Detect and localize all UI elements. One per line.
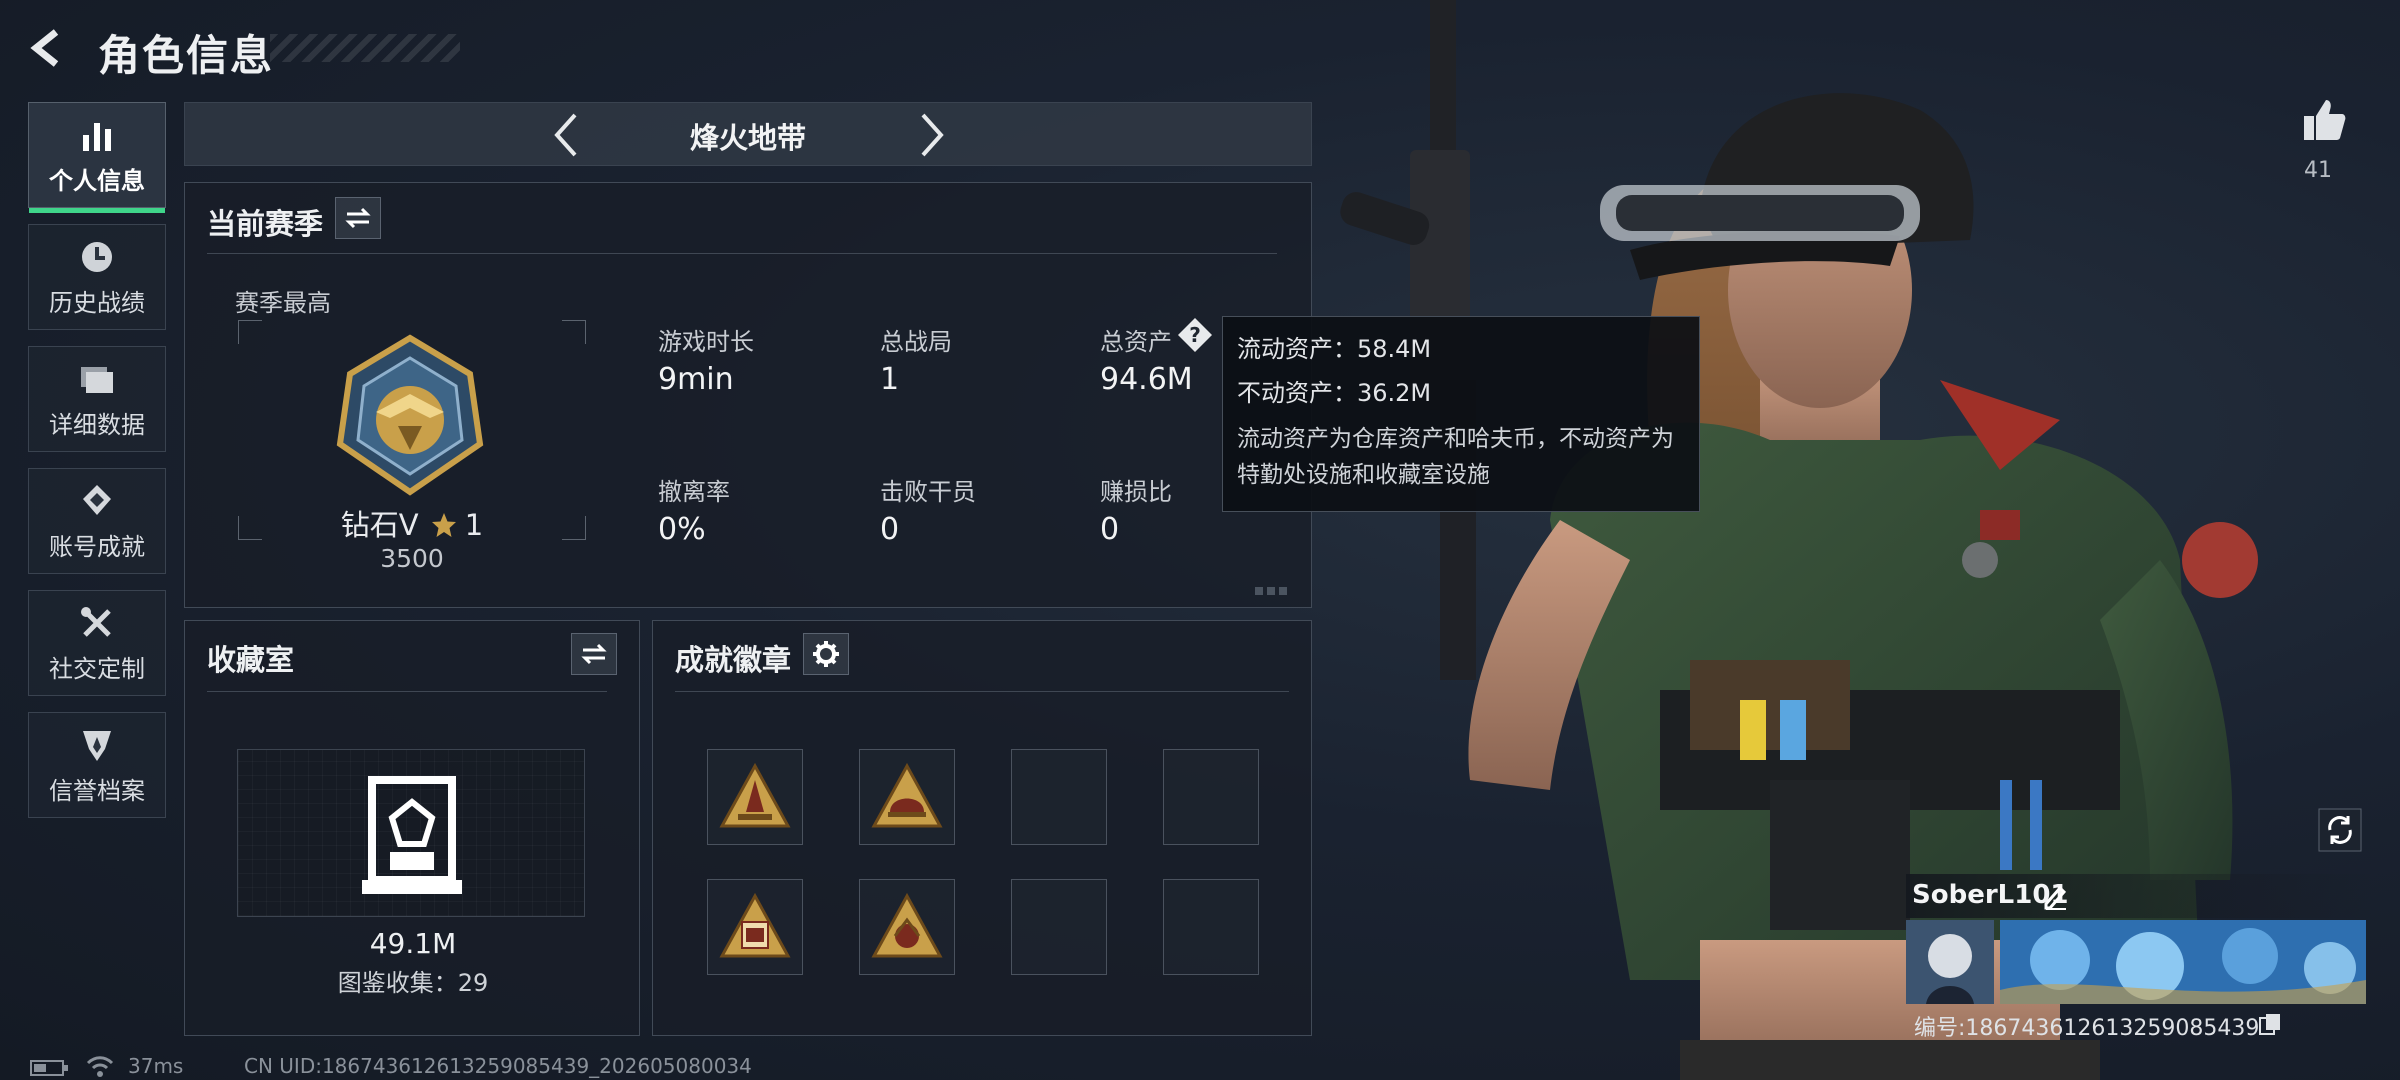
like-count: 41 [2304, 158, 2332, 183]
badge-slot-empty[interactable] [1163, 879, 1259, 975]
sidebar-item-achievements[interactable]: 账号成就 [28, 468, 166, 574]
collection-switch-button[interactable] [571, 633, 617, 675]
sidebar-item-label: 个人信息 [49, 166, 145, 195]
avatar[interactable] [1906, 920, 1994, 1004]
stat-value-extract-rate: 0% [658, 512, 706, 547]
name-card-banner [2000, 920, 2366, 1004]
badges-title: 成就徽章 [675, 643, 792, 677]
mode-selector: 烽火地带 [184, 102, 1312, 166]
badges-panel: 成就徽章 [652, 620, 1312, 1036]
stat-label-assets: 总资产 [1100, 328, 1172, 356]
ping-value: 37ms [128, 1054, 184, 1078]
collection-title: 收藏室 [207, 643, 295, 677]
divider [207, 253, 1277, 254]
badge-rocket-icon [719, 762, 791, 828]
stat-label-matches: 总战局 [880, 328, 952, 356]
rank-name: 钻石V [340, 508, 419, 542]
season-switch-button[interactable] [335, 197, 381, 239]
badge-slot-empty[interactable] [1163, 749, 1259, 845]
tools-icon [81, 606, 111, 637]
stat-value-profit-ratio: 0 [1100, 512, 1120, 547]
badge-58-icon [719, 892, 791, 958]
page-title: 角色信息 [98, 31, 275, 80]
gear-icon [813, 641, 839, 667]
season-best-label: 赛季最高 [235, 289, 331, 317]
mode-title: 烽火地带 [689, 121, 806, 155]
sidebar-item-details[interactable]: 详细数据 [28, 346, 166, 452]
badge-slot[interactable] [707, 879, 803, 975]
stat-value-matches: 1 [880, 362, 900, 397]
stat-label-kills: 击败干员 [880, 478, 976, 506]
character-model [1340, 0, 2258, 1080]
divider [675, 691, 1289, 692]
sidebar-item-credit[interactable]: 信誉档案 [28, 712, 166, 818]
badge-helmet-icon [871, 762, 943, 828]
refresh-button[interactable] [2318, 808, 2362, 852]
player-id: 编号:18674361261325908543​9 [1914, 1016, 2260, 1041]
copy-icon[interactable] [2258, 1012, 2282, 1036]
assets-tooltip: 流动资产：58.4M 不动资产：36.2M 流动资产为仓库资产和哈夫币，不动资产… [1222, 316, 1700, 512]
stat-label-extract-rate: 撤离率 [658, 478, 730, 506]
stat-value-assets: 94.6M [1100, 362, 1193, 397]
stat-label-playtime: 游戏时长 [658, 328, 754, 356]
title-decoration [270, 34, 460, 62]
stat-value-kills: 0 [880, 512, 900, 547]
corner-decoration [1255, 587, 1287, 595]
season-title: 当前赛季 [207, 207, 324, 241]
sidebar-item-history[interactable]: 历史战绩 [28, 224, 166, 330]
shield-icon [83, 730, 111, 761]
swap-icon [581, 643, 607, 665]
help-icon[interactable]: ? [1176, 316, 1214, 354]
divider [207, 691, 607, 692]
achievement-icon [83, 484, 111, 515]
folder-icon [81, 366, 113, 393]
badge-slot[interactable] [859, 879, 955, 975]
badge-slot[interactable] [707, 749, 803, 845]
rank-info: 钻石V 1 [238, 502, 586, 544]
rank-points: 3500 [380, 544, 444, 573]
badge-slot-empty[interactable] [1011, 879, 1107, 975]
badge-slot[interactable] [859, 749, 955, 845]
like-button[interactable] [2300, 96, 2348, 144]
star-icon [431, 513, 456, 537]
clock-icon [82, 241, 112, 272]
sidebar-item-personal-info[interactable]: 个人信息 [28, 102, 166, 213]
rank-medal-icon [336, 334, 484, 496]
stat-label-profit-ratio: 赚损比 [1100, 478, 1172, 506]
swap-icon [345, 207, 371, 229]
badge-emblem-icon [871, 892, 943, 958]
wifi-icon [86, 1056, 114, 1077]
sidebar-item-label: 账号成就 [49, 532, 145, 561]
bar-chart-icon [83, 122, 111, 151]
sidebar-item-label: 社交定制 [49, 654, 145, 683]
uid-text: CN UID:18674361261325908543​9_2026050800… [244, 1054, 752, 1078]
badges-settings-button[interactable] [803, 633, 849, 675]
tooltip-description: 流动资产为仓库资产和哈夫币，不动资产为特勤处设施和收藏室设施 [1237, 426, 1674, 488]
collection-room-icon [362, 776, 462, 894]
svg-text:?: ? [1189, 323, 1201, 347]
collection-value: 49.1M [369, 927, 457, 960]
collection-panel: 收藏室 49.1M 图鉴收集：29 [184, 620, 640, 1036]
sidebar-item-label: 历史战绩 [49, 288, 145, 317]
sidebar-item-label: 详细数据 [49, 410, 145, 439]
rank-star-count: 1 [464, 508, 484, 542]
sidebar-item-label: 信誉档案 [49, 776, 145, 805]
back-button[interactable] [26, 26, 70, 70]
edit-name-icon[interactable] [2042, 882, 2070, 910]
collection-count: 图鉴收集：29 [337, 969, 489, 997]
tooltip-fixed-assets: 不动资产：36.2M [1237, 379, 1432, 407]
battery-icon [30, 1060, 68, 1076]
tooltip-liquid-assets: 流动资产：58.4M [1237, 335, 1432, 363]
stat-value-playtime: 9min [658, 362, 734, 397]
mode-next-button[interactable] [907, 111, 955, 159]
sidebar-item-social[interactable]: 社交定制 [28, 590, 166, 696]
badge-slot-empty[interactable] [1011, 749, 1107, 845]
collection-preview[interactable] [237, 749, 585, 917]
